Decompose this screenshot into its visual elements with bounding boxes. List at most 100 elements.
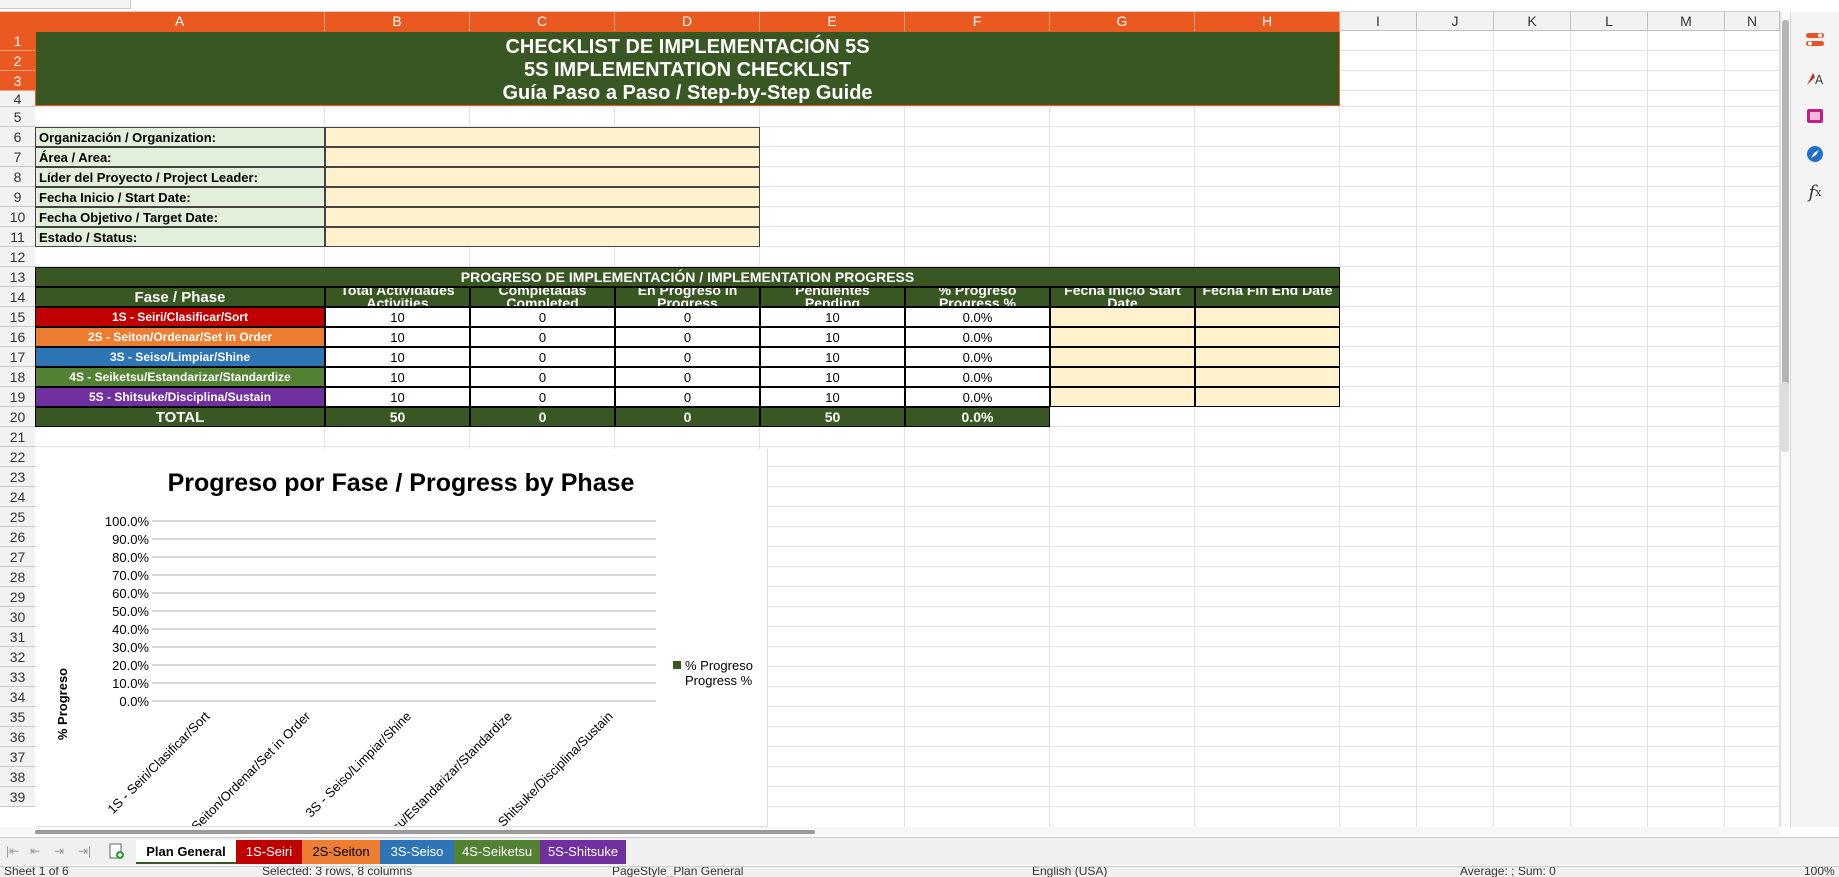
info-value-area[interactable] — [325, 147, 760, 167]
total-completed[interactable]: 0 — [470, 407, 615, 427]
status-zoom[interactable]: 100% — [1804, 867, 1835, 877]
vertical-scroll-thumb[interactable] — [1782, 20, 1789, 415]
y-tick-label: 20.0% — [112, 658, 149, 673]
total-progress-pct[interactable]: 0.0% — [905, 407, 1050, 427]
info-value-project-leader[interactable] — [325, 167, 760, 187]
phase-start-date[interactable] — [1050, 307, 1195, 327]
add-sheet-icon[interactable] — [108, 843, 124, 859]
status-summary[interactable]: Average: ; Sum: 0 — [1460, 867, 1556, 877]
info-label-area: Área / Area: — [35, 147, 325, 167]
phase-total[interactable]: 10 — [325, 387, 470, 407]
phase-pending[interactable]: 10 — [760, 307, 905, 327]
phase-end-date[interactable] — [1195, 387, 1340, 407]
phase-pending[interactable]: 10 — [760, 367, 905, 387]
phase-start-date[interactable] — [1050, 327, 1195, 347]
status-selection: Selected: 3 rows, 8 columns — [262, 866, 413, 877]
total-pending[interactable]: 50 — [760, 407, 905, 427]
title-block[interactable]: CHECKLIST DE IMPLEMENTACIÓN 5S 5S IMPLEM… — [35, 31, 1340, 106]
status-language[interactable]: English (USA) — [1032, 867, 1107, 877]
y-tick-label: 40.0% — [112, 622, 149, 637]
info-value-organization[interactable] — [325, 127, 760, 147]
phase-progress-pct[interactable]: 0.0% — [905, 327, 1050, 347]
phase-in-progress[interactable]: 0 — [615, 307, 760, 327]
navigator-icon[interactable] — [1801, 140, 1829, 168]
properties-icon[interactable] — [1801, 26, 1829, 54]
prev-sheet-icon[interactable]: ⇤ — [30, 844, 40, 858]
sheet-tab-4s-seiketsu[interactable]: 4S-Seiketsu — [454, 840, 540, 864]
phase-pending[interactable]: 10 — [760, 387, 905, 407]
header-progress-pct[interactable]: % Progreso Progress % — [905, 287, 1050, 307]
phase-total[interactable]: 10 — [325, 327, 470, 347]
phase-name[interactable]: 2S - Seiton/Ordenar/Set in Order — [35, 327, 325, 347]
info-value-start-date[interactable] — [325, 187, 760, 207]
phase-in-progress[interactable]: 0 — [615, 327, 760, 347]
header-completed[interactable]: Completadas Completed — [470, 287, 615, 307]
legend-swatch — [673, 661, 681, 669]
phase-name[interactable]: 5S - Shitsuke/Disciplina/Sustain — [35, 387, 325, 407]
total-in-progress[interactable]: 0 — [615, 407, 760, 427]
phase-completed[interactable]: 0 — [470, 307, 615, 327]
phase-end-date[interactable] — [1195, 347, 1340, 367]
info-label-start-date: Fecha Inicio / Start Date: — [35, 187, 325, 207]
phase-progress-pct[interactable]: 0.0% — [905, 387, 1050, 407]
y-tick-label: 100.0% — [105, 514, 150, 529]
header-start-date[interactable]: Fecha Inicio Start Date — [1050, 287, 1195, 307]
phase-end-date[interactable] — [1195, 307, 1340, 327]
phase-end-date[interactable] — [1195, 367, 1340, 387]
phase-name[interactable]: 3S - Seiso/Limpiar/Shine — [35, 347, 325, 367]
header-end-date[interactable]: Fecha Fin End Date — [1195, 287, 1340, 307]
phase-pending[interactable]: 10 — [760, 347, 905, 367]
phase-in-progress[interactable]: 0 — [615, 347, 760, 367]
info-label-organization: Organización / Organization: — [35, 127, 325, 147]
y-tick-label: 30.0% — [112, 640, 149, 655]
last-sheet-icon[interactable]: ⇥| — [78, 844, 91, 858]
y-tick-label: 50.0% — [112, 604, 149, 619]
info-value-status[interactable] — [325, 227, 760, 247]
phase-end-date[interactable] — [1195, 327, 1340, 347]
header-in-progress[interactable]: En Progreso In Progress — [615, 287, 760, 307]
status-pagestyle[interactable]: PageStyle_Plan General — [612, 867, 743, 877]
header-total[interactable]: Total Actividades Activities — [325, 287, 470, 307]
phase-start-date[interactable] — [1050, 347, 1195, 367]
progress-chart[interactable]: Progreso por Fase / Progress by Phase 0.0… — [36, 449, 768, 827]
header-pending[interactable]: Pendientes Pending — [760, 287, 905, 307]
y-tick-label: 0.0% — [119, 694, 149, 709]
sheet-tab-2s-seiton[interactable]: 2S-Seiton — [302, 840, 380, 864]
total-label[interactable]: TOTAL — [35, 407, 325, 427]
phase-in-progress[interactable]: 0 — [615, 367, 760, 387]
phase-total[interactable]: 10 — [325, 307, 470, 327]
phase-name[interactable]: 4S - Seiketsu/Estandarizar/Standardize — [35, 367, 325, 387]
phase-total[interactable]: 10 — [325, 367, 470, 387]
phase-completed[interactable]: 0 — [470, 367, 615, 387]
gallery-icon[interactable] — [1801, 102, 1829, 130]
styles-icon[interactable]: A — [1801, 64, 1829, 92]
phase-completed[interactable]: 0 — [470, 327, 615, 347]
next-sheet-icon[interactable]: ⇥ — [54, 844, 64, 858]
sheet-tab-3s-seiso[interactable]: 3S-Seiso — [380, 840, 454, 864]
first-sheet-icon[interactable]: |⇤ — [6, 844, 19, 858]
info-value-target-date[interactable] — [325, 207, 760, 227]
phase-start-date[interactable] — [1050, 387, 1195, 407]
phase-completed[interactable]: 0 — [470, 387, 615, 407]
horizontal-scroll-thumb[interactable] — [35, 830, 815, 834]
sheet-tab-1s-seiri[interactable]: 1S-Seiri — [236, 840, 302, 864]
sidebar-collapse-handle[interactable] — [1781, 382, 1789, 452]
y-tick-label: 60.0% — [112, 586, 149, 601]
header-phase[interactable]: Fase / Phase — [35, 287, 325, 307]
phase-pending[interactable]: 10 — [760, 327, 905, 347]
phase-in-progress[interactable]: 0 — [615, 387, 760, 407]
phase-progress-pct[interactable]: 0.0% — [905, 307, 1050, 327]
phase-start-date[interactable] — [1050, 367, 1195, 387]
progress-heading[interactable]: PROGRESO DE IMPLEMENTACIÓN / IMPLEMENTAT… — [35, 267, 1340, 287]
phase-total[interactable]: 10 — [325, 347, 470, 367]
title-line-1: CHECKLIST DE IMPLEMENTACIÓN 5S — [505, 36, 870, 58]
phase-progress-pct[interactable]: 0.0% — [905, 367, 1050, 387]
phase-progress-pct[interactable]: 0.0% — [905, 347, 1050, 367]
sheet-tab-plan-general[interactable]: Plan General — [136, 840, 236, 864]
info-label-project-leader: Líder del Proyecto / Project Leader: — [35, 167, 325, 187]
phase-completed[interactable]: 0 — [470, 347, 615, 367]
phase-name[interactable]: 1S - Seiri/Clasificar/Sort — [35, 307, 325, 327]
sheet-tab-5s-shitsuke[interactable]: 5S-Shitsuke — [540, 840, 626, 864]
functions-icon[interactable]: fx — [1801, 178, 1829, 206]
total-activities[interactable]: 50 — [325, 407, 470, 427]
